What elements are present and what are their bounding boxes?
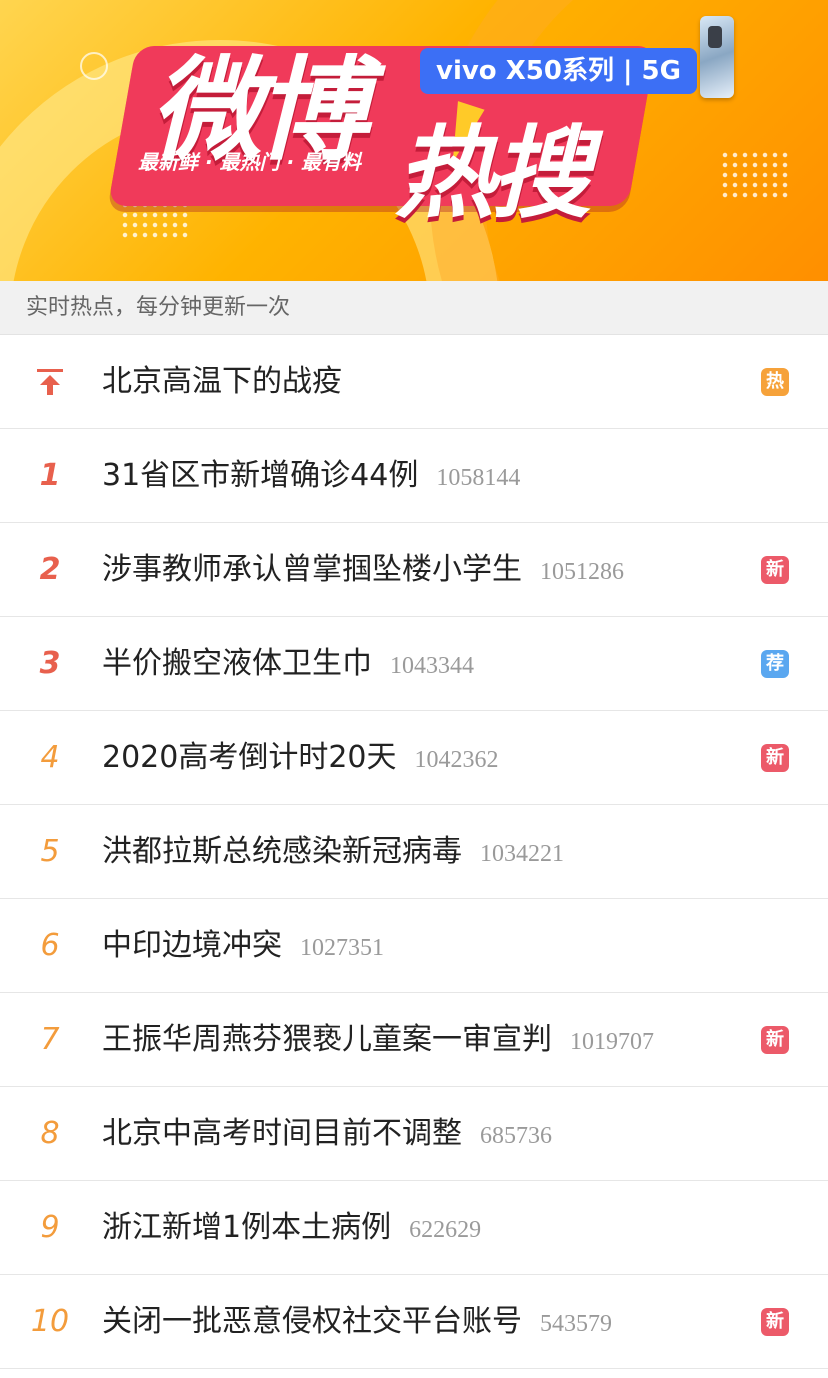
heat-count: 1042362 — [414, 747, 499, 773]
topic-line: 31省区市新增确诊44例 1058144 — [102, 429, 520, 522]
hot-search-row[interactable]: 3 半价搬空液体卫生巾 1043344 荐 — [0, 617, 828, 711]
rank-number: 1 — [39, 458, 61, 493]
rank-number: 3 — [39, 646, 61, 681]
hot-search-row[interactable]: 10 关闭一批恶意侵权社交平台账号 543579 新 — [0, 1275, 828, 1369]
hot-search-row[interactable]: 4 2020高考倒计时20天 1042362 新 — [0, 711, 828, 805]
banner-dots-decoration — [720, 150, 790, 200]
hot-search-row[interactable]: 7 王振华周燕芬猥亵儿童案一审宣判 1019707 新 — [0, 993, 828, 1087]
new-badge-icon: 新 — [761, 744, 789, 772]
heat-count: 1043344 — [390, 653, 474, 679]
hot-search-row[interactable]: 5 洪都拉斯总统感染新冠病毒 1034221 — [0, 805, 828, 899]
topic-line: 洪都拉斯总统感染新冠病毒 1034221 — [102, 805, 564, 898]
rank-number: 4 — [40, 740, 60, 775]
rank-number: 7 — [40, 1022, 60, 1057]
realtime-update-notice: 实时热点，每分钟更新一次 — [0, 281, 828, 335]
topic-title-link[interactable]: 半价搬空液体卫生巾 — [102, 646, 372, 681]
topic-line: 王振华周燕芬猥亵儿童案一审宣判 1019707 — [102, 993, 654, 1086]
heat-count: 1027351 — [300, 935, 384, 961]
hot-search-row[interactable]: 2 涉事教师承认曾掌掴坠楼小学生 1051286 新 — [0, 523, 828, 617]
topic-title-link[interactable]: 洪都拉斯总统感染新冠病毒 — [102, 834, 462, 869]
topic-title-link[interactable]: 中印边境冲突 — [102, 928, 282, 963]
topic-line: 北京高温下的战疫 — [102, 335, 342, 428]
hot-search-row[interactable]: 6 中印边境冲突 1027351 — [0, 899, 828, 993]
hot-search-row[interactable]: 北京高温下的战疫 热 — [0, 335, 828, 429]
phone-image — [700, 16, 734, 98]
heat-count: 1051286 — [540, 559, 624, 585]
rank-number: 5 — [40, 834, 60, 869]
topic-line: 涉事教师承认曾掌掴坠楼小学生 1051286 — [102, 523, 624, 616]
rank-number: 6 — [40, 928, 60, 963]
topic-line: 北京中高考时间目前不调整 685736 — [102, 1087, 552, 1180]
topic-line: 半价搬空液体卫生巾 1043344 — [102, 617, 474, 710]
topic-title-link[interactable]: 关闭一批恶意侵权社交平台账号 — [102, 1304, 522, 1339]
hot-search-row[interactable]: 1 31省区市新增确诊44例 1058144 — [0, 429, 828, 523]
pin-top-icon — [37, 369, 63, 395]
rec-badge-icon: 荐 — [761, 650, 789, 678]
banner-title-hotsearch: 热搜 — [395, 115, 591, 232]
topic-line: 关闭一批恶意侵权社交平台账号 543579 — [102, 1275, 612, 1368]
banner-slogan: 最新鲜 · 最热门 · 最有料 — [138, 150, 362, 174]
new-badge-icon: 新 — [761, 556, 789, 584]
topic-title-link[interactable]: 浙江新增1例本土病例 — [102, 1210, 391, 1245]
heat-count: 622629 — [409, 1217, 482, 1243]
heat-count: 1058144 — [436, 465, 521, 491]
topic-title-link[interactable]: 北京高温下的战疫 — [102, 364, 342, 399]
heat-count: 1019707 — [570, 1029, 654, 1055]
rank-number: 2 — [39, 552, 61, 587]
topic-line: 浙江新增1例本土病例 622629 — [102, 1181, 481, 1274]
new-badge-icon: 新 — [761, 1026, 789, 1054]
heat-count: 685736 — [480, 1123, 552, 1149]
rank-number: 8 — [40, 1116, 60, 1151]
sponsor-badge: vivo X50系列 | 5G — [420, 48, 697, 94]
topic-line: 中印边境冲突 1027351 — [102, 899, 384, 992]
topic-title-link[interactable]: 北京中高考时间目前不调整 — [102, 1116, 462, 1151]
heat-count: 1034221 — [480, 841, 564, 867]
topic-title-link[interactable]: 王振华周燕芬猥亵儿童案一审宣判 — [102, 1022, 552, 1057]
hot-badge-icon: 热 — [761, 368, 789, 396]
hot-search-row[interactable]: 9 浙江新增1例本土病例 622629 — [0, 1181, 828, 1275]
topic-line: 2020高考倒计时20天 1042362 — [102, 711, 499, 804]
hot-search-list: 北京高温下的战疫 热 1 31省区市新增确诊44例 1058144 2 涉事教师承认曾掌掴坠… — [0, 335, 828, 1369]
topic-title-link[interactable]: 涉事教师承认曾掌掴坠楼小学生 — [102, 552, 522, 587]
hot-search-row[interactable]: 8 北京中高考时间目前不调整 685736 — [0, 1087, 828, 1181]
topic-title-link[interactable]: 31省区市新增确诊44例 — [102, 458, 418, 493]
rank-number: 9 — [40, 1210, 60, 1245]
new-badge-icon: 新 — [761, 1308, 789, 1336]
hot-search-banner: 微博 热搜 最新鲜 · 最热门 · 最有料 vivo X50系列 | 5G — [0, 0, 828, 281]
heat-count: 543579 — [540, 1311, 612, 1337]
banner-ring-decoration — [80, 52, 108, 80]
topic-title-link[interactable]: 2020高考倒计时20天 — [102, 740, 397, 775]
rank-number: 10 — [30, 1304, 70, 1339]
camera-module-icon — [708, 26, 722, 48]
